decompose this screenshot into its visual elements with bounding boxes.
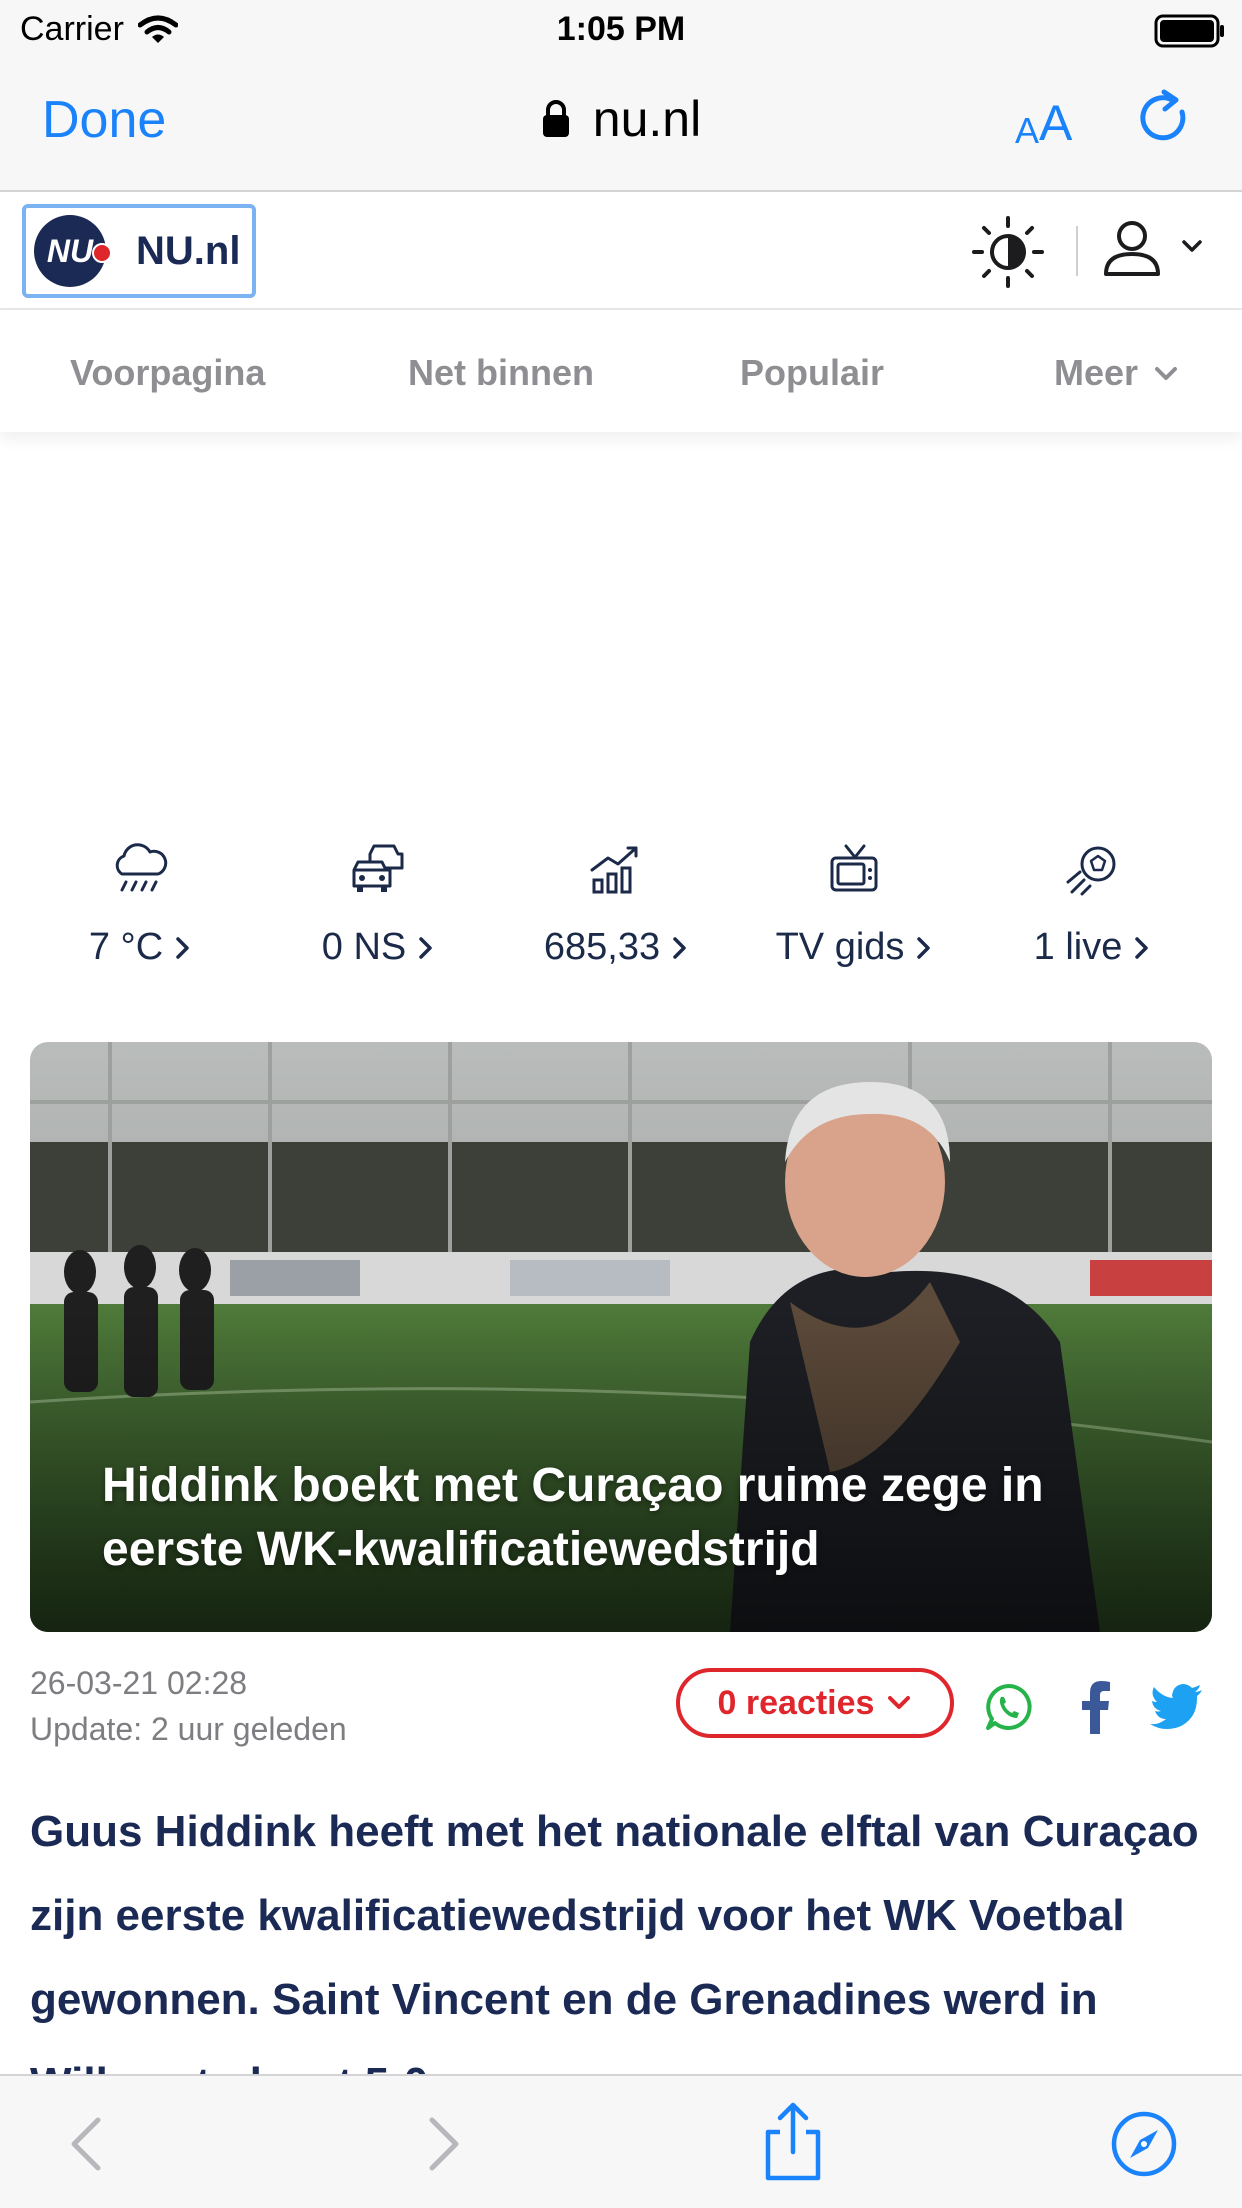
header-divider [1076,226,1078,276]
widget-traffic[interactable]: 0 NS [268,840,488,969]
widget-tv-guide[interactable]: TV gids [744,840,964,969]
traffic-cars-icon [352,844,404,892]
chevron-down-icon[interactable] [1178,232,1206,260]
widget-weather[interactable]: 7 °C [30,840,250,969]
twitter-share-icon[interactable] [1150,1684,1204,1730]
hero-article-title[interactable]: Hiddink boekt met Curaçao ruime zege in … [102,1454,1142,1582]
tab-populair[interactable]: Populair [740,352,884,394]
back-icon[interactable] [66,2114,106,2174]
tab-net-binnen[interactable]: Net binnen [408,352,594,394]
nav-tabs: Voorpagina Net binnen Populair Meer [0,310,1242,432]
chevron-right-icon [673,936,686,959]
clock: 1:05 PM [556,10,686,48]
widget-tv-guide-label: TV gids [775,926,905,968]
logo-red-dot [92,243,112,263]
site-logo[interactable]: NU NU.nl [22,204,256,298]
chevron-right-icon [176,936,189,959]
article-intro: Guus Hiddink heeft met het nationale elf… [30,1807,1199,2080]
logo-mark-text: NU [46,232,94,269]
reactions-label: 0 reacties [717,1683,875,1722]
battery-icon [1154,14,1224,48]
url-text: nu.nl [592,91,702,147]
logo-mark: NU [34,215,112,287]
status-bar: Carrier 1:05 PM [0,0,1242,62]
bottom-toolbar [0,2074,1242,2208]
widget-live-sports-label: 1 live [1033,926,1123,968]
lock-icon [542,100,569,137]
whatsapp-share-icon[interactable] [984,1682,1034,1732]
tv-icon [830,844,878,892]
article-date: 26-03-21 02:28 [30,1665,248,1701]
reactions-button[interactable]: 0 reacties [676,1668,954,1738]
share-icon[interactable] [758,2102,828,2182]
widget-stocks-label: 685,33 [543,926,661,968]
weather-rain-icon [115,843,168,892]
tab-voorpagina[interactable]: Voorpagina [70,352,265,394]
safari-compass-icon[interactable] [1110,2110,1178,2178]
reload-icon[interactable] [1134,88,1196,150]
text-size-button[interactable]: A A [1015,94,1072,152]
chevron-right-icon [917,936,931,959]
info-widgets: 7 °C 0 NS 685,33 TV gids 1 live [0,840,1242,990]
stock-chart-icon [590,846,638,894]
forward-icon[interactable] [424,2114,464,2174]
widget-traffic-label: 0 NS [321,926,407,968]
hero-article-card[interactable]: Hiddink boekt met Curaçao ruime zege in … [30,1042,1212,1632]
dark-mode-toggle-icon[interactable] [970,214,1046,290]
chevron-right-icon [419,936,432,959]
widget-live-sports[interactable]: 1 live [982,840,1202,969]
logo-text: NU.nl [136,228,241,273]
text-size-small-label: A [1015,110,1040,151]
tab-meer-label: Meer [1054,352,1139,393]
tab-meer[interactable]: Meer [1054,352,1180,394]
site-header: NU NU.nl [0,192,1242,310]
facebook-share-icon[interactable] [1072,1680,1116,1734]
football-icon [1066,846,1116,896]
widget-stocks[interactable]: 685,33 [506,840,726,969]
chevron-down-icon [1155,367,1178,380]
text-size-large-label: A [1039,95,1073,151]
user-account-icon[interactable] [1100,216,1164,280]
browser-bar: Done nu.nl A A [0,62,1242,192]
article-updated: Update: 2 uur geleden [30,1711,347,1747]
article-meta: 26-03-21 02:28 Update: 2 uur geleden [30,1660,347,1752]
chevron-right-icon [1135,936,1149,959]
chevron-down-icon [888,1696,911,1709]
widget-weather-label: 7 °C [88,926,164,968]
